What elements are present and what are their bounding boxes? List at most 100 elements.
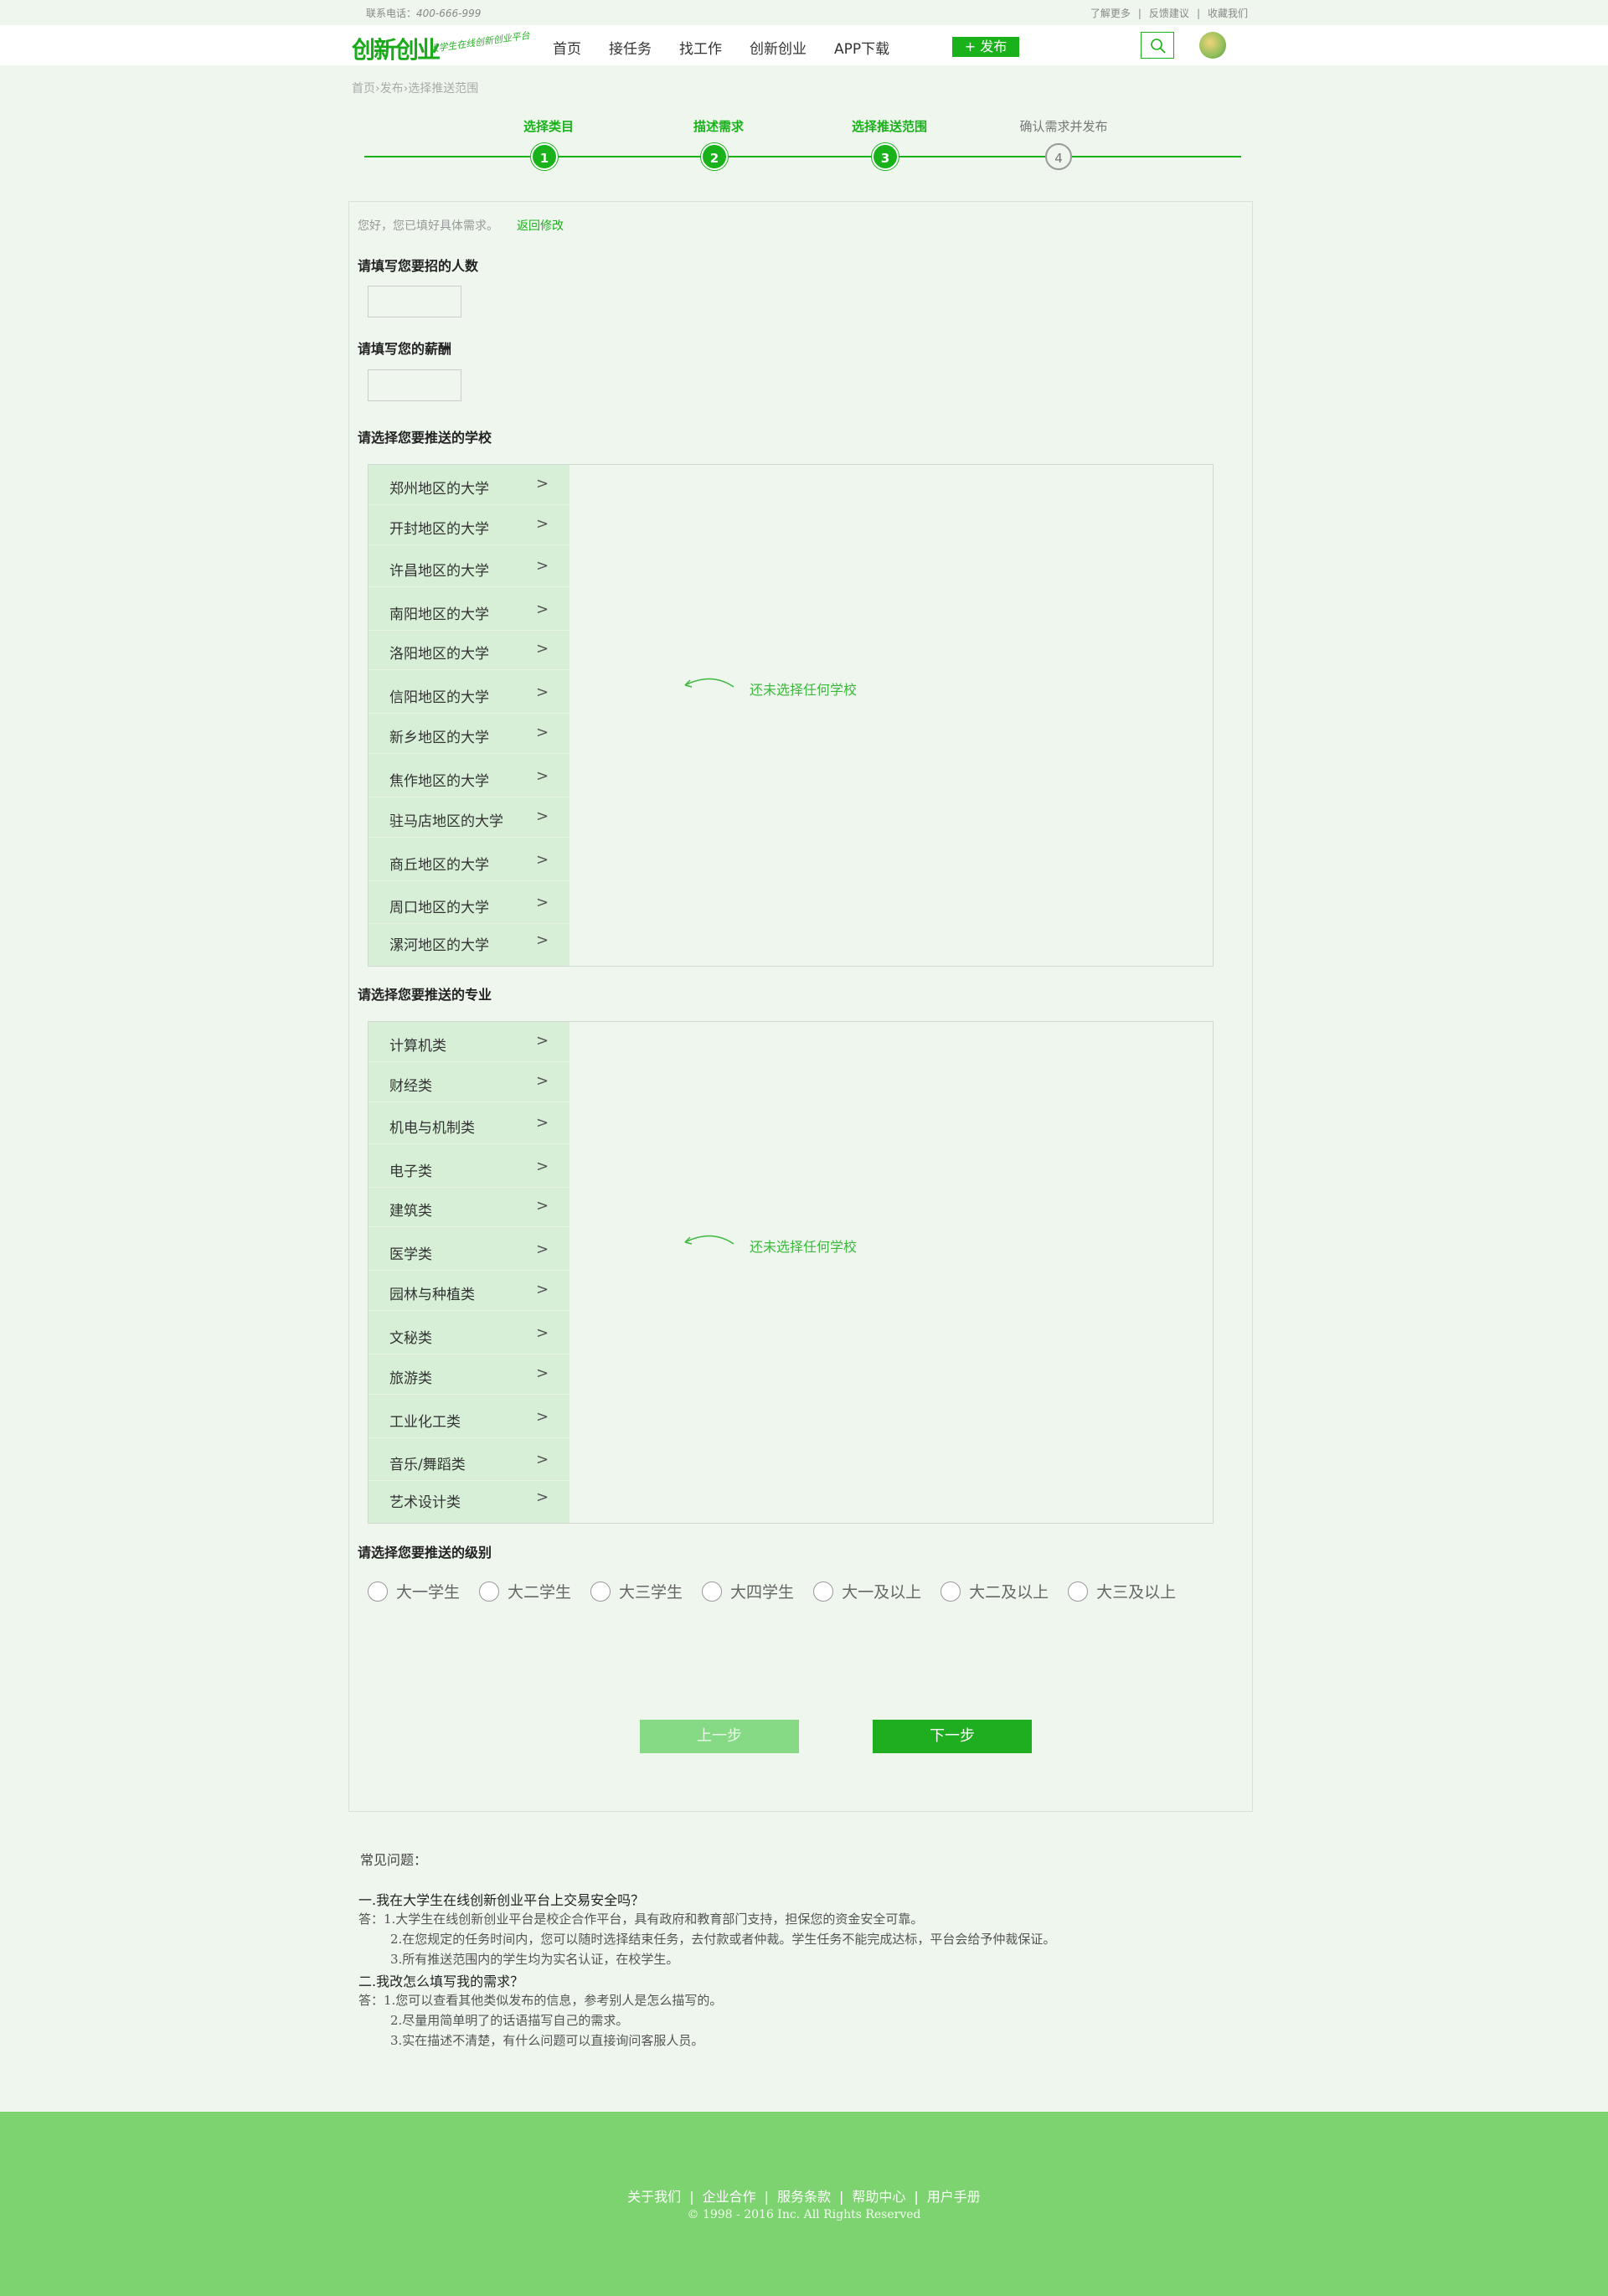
nav-home[interactable]: 首页: [553, 37, 581, 58]
user-avatar[interactable]: [1199, 32, 1226, 59]
radio-button[interactable]: [590, 1581, 611, 1602]
nav-app-download[interactable]: APP下载: [834, 37, 889, 58]
footer-link-terms[interactable]: 服务条款: [777, 2189, 831, 2205]
next-step-button[interactable]: 下一步: [873, 1720, 1032, 1753]
step-3: 选择推送范围 3: [839, 117, 940, 170]
school-region-item[interactable]: 漯河地区的大学 >: [368, 921, 570, 966]
list-item-label: 医学类: [389, 1246, 432, 1263]
step-label: 描述需求: [693, 119, 744, 134]
breadcrumb-home[interactable]: 首页: [352, 82, 375, 95]
list-item-label: 机电与机制类: [389, 1120, 475, 1137]
list-item-label: 郑州地区的大学: [389, 481, 489, 498]
faq-answer: 2.尽量用简单明了的话语描写自己的需求。: [390, 2013, 629, 2028]
radio-button[interactable]: [368, 1581, 388, 1602]
previous-step-button[interactable]: 上一步: [640, 1720, 799, 1753]
breadcrumb-publish[interactable]: 发布: [380, 82, 404, 95]
chevron-right-icon: >: [536, 851, 549, 869]
school-region-item[interactable]: 郑州地区的大学 >: [368, 465, 570, 505]
nav-innovation[interactable]: 创新创业: [750, 37, 807, 58]
school-region-item[interactable]: 洛阳地区的大学 >: [368, 630, 570, 670]
publish-button[interactable]: + 发布: [952, 37, 1019, 57]
level-option[interactable]: 大二学生: [479, 1580, 571, 1602]
school-region-item[interactable]: 开封地区的大学 >: [368, 505, 570, 545]
major-category-item[interactable]: 园林与种植类 >: [368, 1271, 570, 1311]
top-links: 了解更多 | 反馈建议 | 收藏我们: [1090, 6, 1248, 20]
radio-button[interactable]: [813, 1581, 834, 1602]
major-category-item[interactable]: 文秘类 >: [368, 1314, 570, 1354]
radio-button[interactable]: [941, 1581, 961, 1602]
faq-answer: 3.所有推送范围内的学生均为实名认证，在校学生。: [390, 1952, 679, 1967]
major-category-item[interactable]: 艺术设计类 >: [368, 1478, 570, 1523]
chevron-right-icon: >: [536, 557, 549, 575]
footer-link-about[interactable]: 关于我们: [627, 2189, 681, 2205]
faq-answer: 答：1.您可以查看其他类似发布的信息，参考别人是怎么描写的。: [358, 1993, 723, 2008]
separator: |: [1196, 8, 1200, 19]
nav-jobs[interactable]: 找工作: [679, 37, 722, 58]
step-number: 1: [531, 143, 558, 170]
level-option[interactable]: 大一学生: [368, 1580, 460, 1602]
list-item-label: 驻马店地区的大学: [389, 813, 503, 830]
list-item-label: 焦作地区的大学: [389, 773, 489, 790]
school-region-list: 郑州地区的大学 > 开封地区的大学 > 许昌地区的大学 > 南阳地区的大学 > 洛阳地区…: [368, 465, 570, 966]
step-label: 确认需求并发布: [1019, 119, 1108, 134]
school-region-item[interactable]: 周口地区的大学 >: [368, 884, 570, 924]
major-category-item[interactable]: 音乐/舞蹈类 >: [368, 1441, 570, 1481]
nav-tasks[interactable]: 接任务: [609, 37, 652, 58]
chevron-right-icon: >: [536, 1324, 549, 1342]
step-4: 确认需求并发布 4: [1005, 117, 1122, 170]
step-1: 选择类目 1: [511, 117, 586, 170]
majors-title: 请选择您要推送的专业: [358, 987, 492, 1003]
level-option[interactable]: 大二及以上: [941, 1580, 1049, 1602]
school-region-item[interactable]: 南阳地区的大学 >: [368, 591, 570, 631]
major-category-item[interactable]: 财经类 >: [368, 1062, 570, 1102]
chevron-right-icon: >: [536, 1451, 549, 1468]
radio-button[interactable]: [479, 1581, 500, 1602]
feedback-link[interactable]: 反馈建议: [1149, 8, 1189, 19]
headcount-input[interactable]: [368, 286, 461, 317]
back-to-edit-link[interactable]: 返回修改: [517, 219, 564, 233]
school-region-item[interactable]: 商丘地区的大学 >: [368, 841, 570, 881]
level-option[interactable]: 大一及以上: [813, 1580, 921, 1602]
salary-title: 请填写您的薪酬: [358, 341, 452, 357]
logo-mark: 创新创业: [352, 36, 441, 64]
school-region-item[interactable]: 驻马店地区的大学 >: [368, 797, 570, 838]
major-category-item[interactable]: 电子类 >: [368, 1148, 570, 1188]
footer-link-help[interactable]: 帮助中心: [852, 2189, 905, 2205]
footer-link-manual[interactable]: 用户手册: [927, 2189, 981, 2205]
radio-button[interactable]: [702, 1581, 723, 1602]
major-category-item[interactable]: 医学类 >: [368, 1231, 570, 1271]
major-category-item[interactable]: 建筑类 >: [368, 1187, 570, 1227]
bookmark-link[interactable]: 收藏我们: [1208, 8, 1248, 19]
empty-state-text: 还未选择任何学校: [750, 682, 858, 698]
learn-more-link[interactable]: 了解更多: [1090, 8, 1131, 19]
level-options: 大一学生 大二学生 大三学生 大四学生 大一及以上 大二及以上 大三及以上: [368, 1580, 1195, 1602]
steps-progress-line: [364, 156, 1241, 157]
list-item-label: 洛阳地区的大学: [389, 646, 489, 663]
school-region-item[interactable]: 焦作地区的大学 >: [368, 757, 570, 797]
chevron-right-icon: >: [536, 931, 549, 949]
level-label: 大三及以上: [1096, 1583, 1177, 1602]
radio-button[interactable]: [1068, 1581, 1089, 1602]
chevron-right-icon: >: [536, 724, 549, 741]
major-category-item[interactable]: 工业化工类 >: [368, 1398, 570, 1438]
major-category-item[interactable]: 机电与机制类 >: [368, 1104, 570, 1144]
salary-input[interactable]: [368, 369, 461, 401]
school-region-item[interactable]: 许昌地区的大学 >: [368, 547, 570, 587]
faq-answer: 2.在您规定的任务时间内，您可以随时选择结束任务，去付款或者仲裁。学生任务不能完…: [390, 1932, 1056, 1947]
list-item-label: 南阳地区的大学: [389, 606, 489, 623]
footer-link-cooperation[interactable]: 企业合作: [703, 2189, 756, 2205]
level-option[interactable]: 大四学生: [702, 1580, 794, 1602]
level-option[interactable]: 大三及以上: [1068, 1580, 1176, 1602]
greeting: 您好，您已填好具体需求。 返回修改: [358, 217, 564, 234]
search-button[interactable]: [1141, 32, 1174, 59]
levels-title: 请选择您要推送的级别: [358, 1545, 492, 1561]
level-option[interactable]: 大三学生: [590, 1580, 683, 1602]
major-category-item[interactable]: 计算机类 >: [368, 1022, 570, 1062]
chevron-right-icon: >: [536, 1072, 549, 1090]
site-logo[interactable]: 创新创业 大学生在线创新创业平台: [352, 27, 544, 64]
empty-state-text: 还未选择任何学校: [750, 1239, 858, 1255]
school-region-item[interactable]: 信阳地区的大学 >: [368, 673, 570, 714]
faq-answer: 答：1.大学生在线创新创业平台是校企合作平台，具有政府和教育部门支持，担保您的资…: [358, 1912, 924, 1927]
major-category-item[interactable]: 旅游类 >: [368, 1354, 570, 1395]
school-region-item[interactable]: 新乡地区的大学 >: [368, 714, 570, 754]
